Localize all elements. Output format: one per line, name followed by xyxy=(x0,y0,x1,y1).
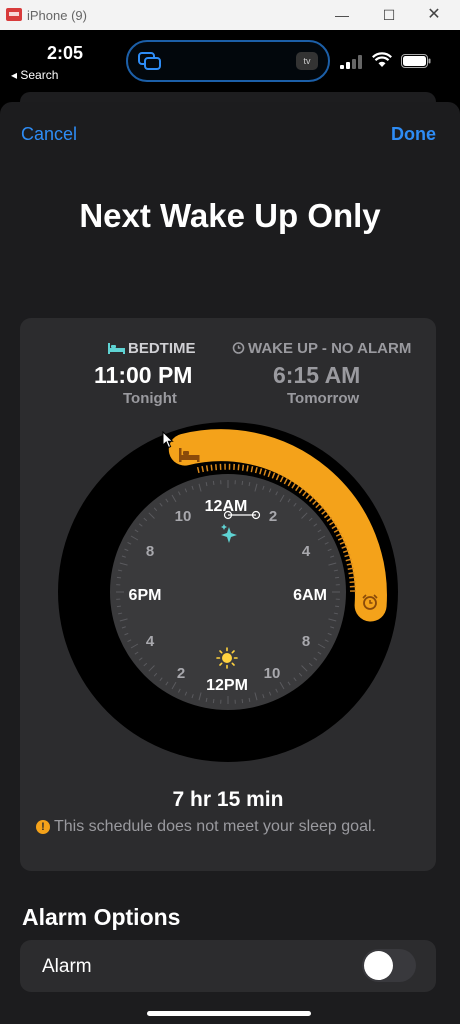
window-title-bar: iPhone (9) — ☐ ✕ xyxy=(0,0,460,31)
label-10am: 10 xyxy=(264,665,281,682)
alarm-label: Alarm xyxy=(42,956,92,977)
wakeup-label: WAKE UP - NO ALARM xyxy=(248,340,412,357)
label-12am: 12AM xyxy=(205,498,248,515)
sleep-clock-dial[interactable]: 12AM 2 4 6AM 8 10 12PM 2 4 6PM 8 10 xyxy=(58,422,398,762)
cancel-button[interactable]: Cancel xyxy=(21,124,77,145)
back-to-search-link[interactable]: ◂ Search xyxy=(11,68,58,82)
dial-tick xyxy=(335,576,340,579)
wifi-icon xyxy=(372,52,392,67)
label-4pm: 4 xyxy=(146,633,155,650)
dial-tick xyxy=(116,605,121,608)
alarm-toggle-knob xyxy=(364,951,393,980)
done-button[interactable]: Done xyxy=(391,124,436,145)
label-8pm: 8 xyxy=(146,543,154,560)
home-indicator[interactable] xyxy=(147,1011,311,1016)
alarm-clock-icon xyxy=(232,342,245,354)
dial-tick xyxy=(116,576,121,579)
label-8am: 8 xyxy=(302,633,310,650)
mouse-cursor-icon xyxy=(162,431,174,449)
label-2am: 2 xyxy=(269,508,277,525)
dial-tick xyxy=(212,699,215,704)
alarm-options-title: Alarm Options xyxy=(22,904,181,930)
dial-tick xyxy=(335,605,340,608)
screen-mirror-icon xyxy=(138,52,161,70)
sleep-duration: 7 hr 15 min xyxy=(172,788,284,811)
maximize-button[interactable]: ☐ xyxy=(372,4,406,26)
wakeup-day: Tomorrow xyxy=(287,390,360,407)
battery-icon xyxy=(401,54,431,68)
warning-text: This schedule does not meet your sleep g… xyxy=(54,818,376,835)
window-title: iPhone (9) xyxy=(27,8,87,23)
label-10pm: 10 xyxy=(175,508,192,525)
app-icon xyxy=(6,8,22,21)
bedtime-time[interactable]: 11:00 PM xyxy=(94,362,192,389)
sleep-goal-warning: ! This schedule does not meet your sleep … xyxy=(36,818,436,836)
bedtime-day: Tonight xyxy=(123,390,177,407)
dial-tick xyxy=(212,480,215,485)
minimize-button[interactable]: — xyxy=(325,4,359,26)
bedtime-label: BEDTIME xyxy=(128,340,196,357)
alarm-toggle[interactable] xyxy=(362,949,416,982)
label-2pm: 2 xyxy=(177,665,185,682)
label-12pm: 12PM xyxy=(206,677,248,694)
label-6am: 6AM xyxy=(293,587,327,604)
status-time: 2:05 xyxy=(47,43,84,63)
sun-icon xyxy=(216,647,238,669)
alarm-row: Alarm xyxy=(20,940,436,992)
label-6pm: 6PM xyxy=(129,587,162,604)
dynamic-island[interactable]: tv xyxy=(126,40,330,82)
cellular-signal-icon xyxy=(340,55,362,69)
dial-tick xyxy=(241,699,244,704)
bed-icon xyxy=(108,343,125,354)
close-button[interactable]: ✕ xyxy=(417,4,451,26)
apple-tv-icon: tv xyxy=(296,52,318,70)
warning-icon: ! xyxy=(36,820,50,834)
schedule-sheet: Cancel Done Next Wake Up Only BEDTIME WA… xyxy=(0,102,460,1024)
page-title: Next Wake Up Only xyxy=(79,197,381,234)
sleep-schedule-card: BEDTIME WAKE UP - NO ALARM 11:00 PM 6:15… xyxy=(20,318,436,871)
dial-tick xyxy=(241,480,244,485)
label-4am: 4 xyxy=(302,543,311,560)
wakeup-time[interactable]: 6:15 AM xyxy=(273,362,360,389)
status-bar: 2:05 ◂ Search tv xyxy=(0,30,460,88)
